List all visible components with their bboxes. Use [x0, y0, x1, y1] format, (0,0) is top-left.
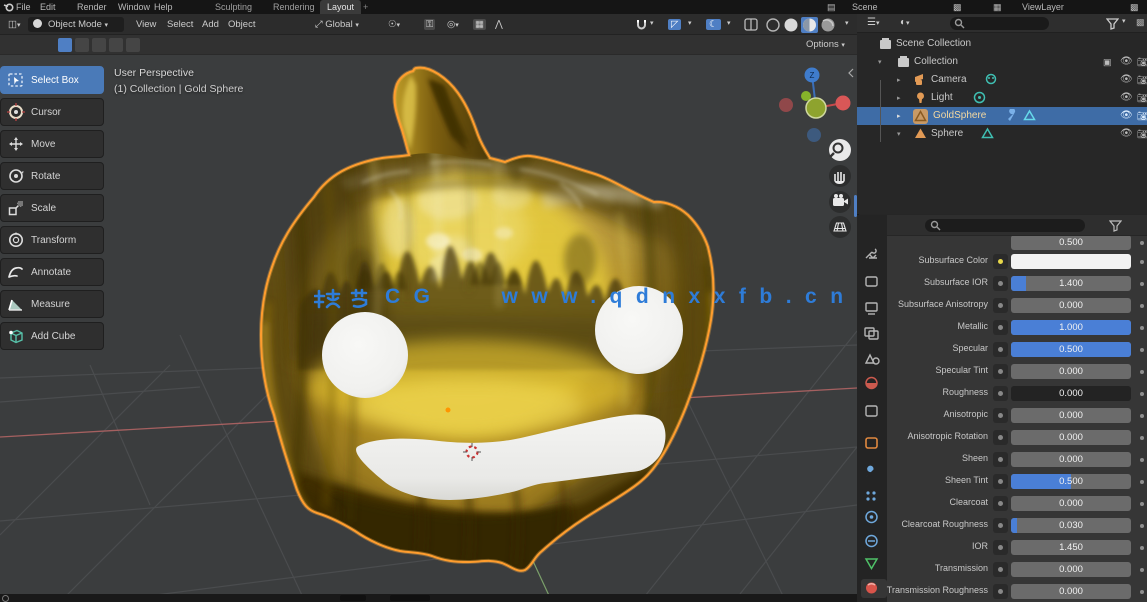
svg-text:Z: Z: [810, 71, 815, 80]
